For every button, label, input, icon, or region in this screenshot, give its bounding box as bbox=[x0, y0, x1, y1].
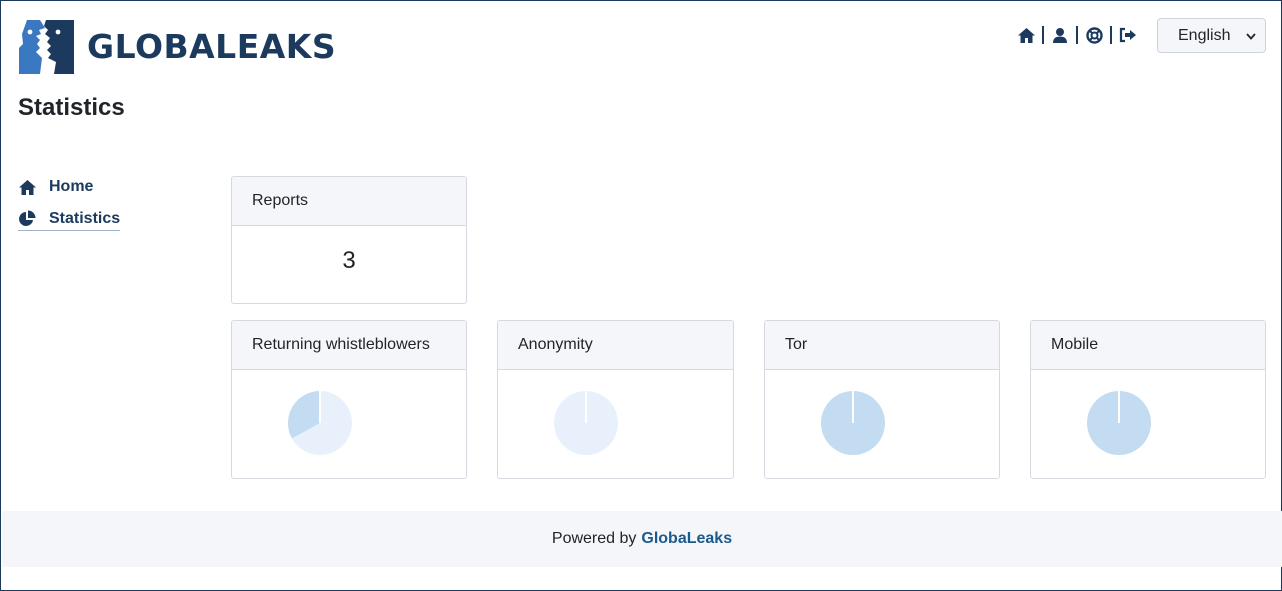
mobile-pie-chart bbox=[1087, 391, 1151, 455]
card-title: Reports bbox=[232, 177, 466, 226]
globaleaks-logo-icon bbox=[19, 20, 74, 74]
sidebar-item-home[interactable]: Home bbox=[18, 178, 93, 196]
page-title: Statistics bbox=[18, 94, 125, 121]
app-frame: GLOBALEAKS English Statistics Home Stati… bbox=[0, 0, 1282, 591]
mobile-card: Mobile bbox=[1030, 320, 1266, 479]
chevron-down-icon bbox=[1246, 33, 1256, 40]
card-title: Returning whistleblowers bbox=[232, 321, 466, 370]
card-title: Tor bbox=[765, 321, 999, 370]
sidebar-item-label: Statistics bbox=[49, 210, 121, 227]
home-icon bbox=[19, 179, 36, 195]
anonymity-card: Anonymity bbox=[497, 320, 734, 479]
nav-separator bbox=[1076, 26, 1078, 44]
anonymity-pie-chart bbox=[554, 391, 618, 455]
tor-card: Tor bbox=[764, 320, 1000, 479]
footer-brand-link[interactable]: GlobaLeaks bbox=[641, 530, 732, 548]
user-icon[interactable] bbox=[1050, 25, 1070, 45]
footer-text: Powered by bbox=[551, 530, 637, 547]
pie-chart-icon bbox=[19, 210, 36, 226]
brand-name: GLOBALEAKS bbox=[87, 27, 337, 66]
language-select[interactable]: English bbox=[1157, 18, 1266, 53]
logo[interactable]: GLOBALEAKS bbox=[18, 18, 336, 75]
card-title: Mobile bbox=[1031, 321, 1265, 370]
home-icon[interactable] bbox=[1016, 25, 1036, 45]
nav-separator bbox=[1042, 26, 1044, 44]
reports-count: 3 bbox=[342, 247, 356, 274]
card-title: Anonymity bbox=[498, 321, 733, 370]
tor-pie-chart bbox=[821, 391, 885, 455]
reports-card: Reports 3 bbox=[231, 176, 467, 304]
footer: Powered by GlobaLeaks bbox=[2, 511, 1282, 567]
nav-separator bbox=[1110, 26, 1112, 44]
sidebar-item-statistics[interactable]: Statistics bbox=[18, 210, 121, 231]
top-nav bbox=[1016, 25, 1138, 45]
returning-pie-chart bbox=[288, 391, 352, 455]
returning-whistleblowers-card: Returning whistleblowers bbox=[231, 320, 467, 479]
sidebar-item-label: Home bbox=[49, 178, 94, 195]
logout-icon[interactable] bbox=[1118, 25, 1138, 45]
language-value: English bbox=[1178, 26, 1231, 44]
help-icon[interactable] bbox=[1084, 25, 1104, 45]
